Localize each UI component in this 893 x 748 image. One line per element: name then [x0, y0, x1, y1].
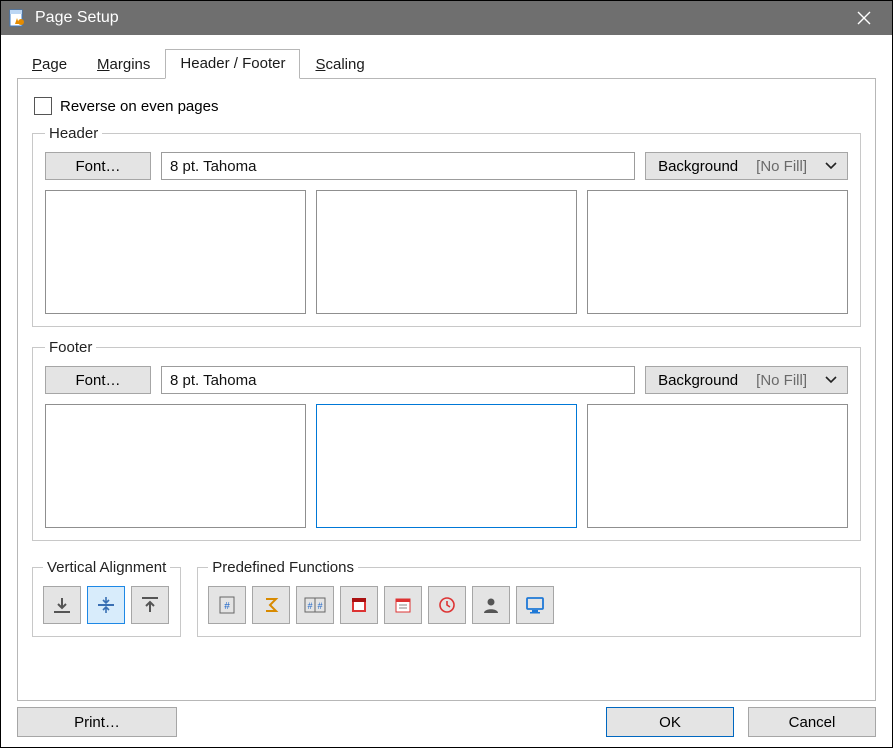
bottom-groups: Vertical Alignment — [32, 559, 861, 637]
align-bottom-icon — [52, 595, 72, 615]
header-background-label: Background — [646, 153, 748, 179]
footer-background-value: [No Fill] — [748, 372, 815, 389]
valign-bottom-button[interactable] — [43, 586, 81, 624]
align-middle-icon — [96, 595, 116, 615]
insert-page-count-button[interactable] — [252, 586, 290, 624]
chevron-down-icon — [815, 376, 847, 384]
header-legend: Header — [45, 125, 102, 142]
tab-page[interactable]: Page — [17, 50, 82, 79]
header-sections — [45, 190, 848, 314]
calendar-icon — [393, 595, 413, 615]
cancel-button[interactable]: Cancel — [748, 707, 876, 737]
header-right-input[interactable] — [587, 190, 848, 314]
tab-header-footer[interactable]: Header / Footer — [165, 49, 300, 79]
print-button[interactable]: Print… — [17, 707, 177, 737]
reverse-label: Reverse on even pages — [60, 98, 218, 115]
tab-margins[interactable]: Margins — [82, 50, 165, 79]
predefined-functions-group: Predefined Functions # — [197, 559, 861, 637]
footer-right-input[interactable] — [587, 404, 848, 528]
align-top-icon — [140, 595, 160, 615]
dialog-button-row: Print… OK Cancel — [17, 701, 876, 737]
footer-sections — [45, 404, 848, 528]
svg-text:#: # — [318, 601, 323, 611]
client-area: Page Margins Header / Footer Scaling Rev… — [1, 35, 892, 747]
header-group: Header Font… 8 pt. Tahoma Background [No… — [32, 125, 861, 327]
clock-icon — [437, 595, 457, 615]
tab-panel-header-footer: Reverse on even pages Header Font… 8 pt.… — [17, 79, 876, 701]
reverse-on-even-pages-row: Reverse on even pages — [34, 97, 861, 115]
page-setup-dialog: Page Setup Page Margins Header / Footer … — [0, 0, 893, 748]
vertical-alignment-legend: Vertical Alignment — [43, 559, 170, 576]
vertical-alignment-group: Vertical Alignment — [32, 559, 181, 637]
ok-button[interactable]: OK — [606, 707, 734, 737]
insert-page-number-of-count-button[interactable]: # # — [296, 586, 334, 624]
date-icon — [349, 595, 369, 615]
insert-time-button[interactable] — [428, 586, 466, 624]
close-icon — [857, 11, 871, 25]
header-center-input[interactable] — [316, 190, 577, 314]
app-icon — [7, 8, 27, 28]
footer-background-dropdown[interactable]: Background [No Fill] — [645, 366, 848, 394]
header-background-value: [No Fill] — [748, 158, 815, 175]
footer-font-display: 8 pt. Tahoma — [161, 366, 635, 394]
svg-text:#: # — [308, 601, 313, 611]
valign-center-button[interactable] — [87, 586, 125, 624]
insert-user-button[interactable] — [472, 586, 510, 624]
user-icon — [481, 595, 501, 615]
insert-page-number-button[interactable]: # — [208, 586, 246, 624]
valign-top-button[interactable] — [131, 586, 169, 624]
sigma-icon — [261, 595, 281, 615]
header-left-input[interactable] — [45, 190, 306, 314]
close-button[interactable] — [842, 1, 886, 35]
window-title: Page Setup — [35, 9, 119, 27]
predefined-functions-legend: Predefined Functions — [208, 559, 358, 576]
monitor-icon — [524, 595, 546, 615]
tab-strip: Page Margins Header / Footer Scaling — [17, 49, 876, 79]
header-background-dropdown[interactable]: Background [No Fill] — [645, 152, 848, 180]
footer-legend: Footer — [45, 339, 96, 356]
page-number-of-icon: # # — [304, 595, 326, 615]
titlebar: Page Setup — [1, 1, 892, 35]
footer-background-label: Background — [646, 367, 748, 393]
footer-group: Footer Font… 8 pt. Tahoma Background [No… — [32, 339, 861, 541]
page-number-icon: # — [217, 595, 237, 615]
tab-scaling[interactable]: Scaling — [300, 50, 379, 79]
header-font-button[interactable]: Font… — [45, 152, 151, 180]
footer-left-input[interactable] — [45, 404, 306, 528]
header-font-display: 8 pt. Tahoma — [161, 152, 635, 180]
insert-date-button[interactable] — [340, 586, 378, 624]
footer-font-button[interactable]: Font… — [45, 366, 151, 394]
insert-datetime-button[interactable] — [384, 586, 422, 624]
reverse-checkbox[interactable] — [34, 97, 52, 115]
insert-machine-button[interactable] — [516, 586, 554, 624]
chevron-down-icon — [815, 162, 847, 170]
footer-center-input[interactable] — [316, 404, 577, 528]
svg-text:#: # — [224, 601, 230, 612]
